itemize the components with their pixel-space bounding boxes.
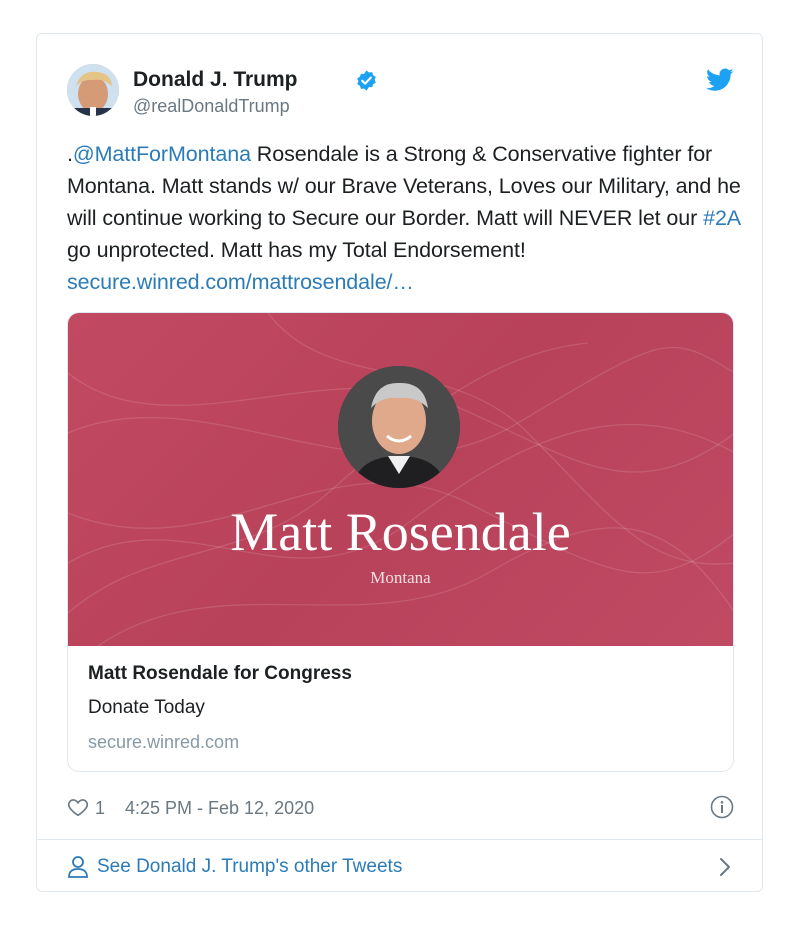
tweet-text: .@MattForMontana Rosendale is a Strong &… <box>67 138 747 298</box>
link-preview-card[interactable]: Matt Rosendale Montana Matt Rosendale fo… <box>67 312 734 772</box>
see-other-tweets-link[interactable]: See Donald J. Trump's other Tweets <box>67 852 734 882</box>
mention-link[interactable]: @MattForMontana <box>73 142 251 166</box>
link-card-meta: Matt Rosendale for Congress Donate Today… <box>88 663 708 753</box>
tweet-timestamp[interactable]: 4:25 PM - Feb 12, 2020 <box>125 798 314 819</box>
link-card-description: Donate Today <box>88 697 205 718</box>
banner-state: Montana <box>370 568 431 587</box>
tweet-header: Donald J. Trump @realDonaldTrump <box>67 64 734 120</box>
tweet-actions: 1 4:25 PM - Feb 12, 2020 <box>67 792 734 824</box>
info-icon[interactable] <box>710 795 734 819</box>
candidate-photo <box>338 366 460 488</box>
author-name[interactable]: Donald J. Trump <box>133 68 298 92</box>
tweet-card: Donald J. Trump @realDonaldTrump .@MattF… <box>36 33 763 892</box>
text-part-2: go unprotected. Matt has my Total Endors… <box>67 238 526 262</box>
see-other-tweets-label[interactable]: See Donald J. Trump's other Tweets <box>97 856 402 878</box>
link-card-title: Matt Rosendale for Congress <box>88 663 352 684</box>
twitter-bird-icon[interactable] <box>706 68 734 92</box>
footer-divider <box>37 839 762 840</box>
like-count[interactable]: 1 <box>95 798 105 819</box>
chevron-right-icon[interactable] <box>716 856 734 878</box>
link-card-domain: secure.winred.com <box>88 732 240 752</box>
author-handle[interactable]: @realDonaldTrump <box>133 96 290 117</box>
person-icon <box>68 856 88 878</box>
banner-candidate-name: Matt Rosendale <box>230 502 571 562</box>
verified-badge-icon <box>357 70 376 91</box>
url-link[interactable]: secure.winred.com/mattrosendale/… <box>67 270 414 294</box>
author-avatar[interactable] <box>67 64 119 116</box>
link-card-banner: Matt Rosendale Montana <box>68 313 733 646</box>
heart-icon[interactable] <box>67 796 89 818</box>
hashtag-link[interactable]: #2A <box>703 206 740 230</box>
